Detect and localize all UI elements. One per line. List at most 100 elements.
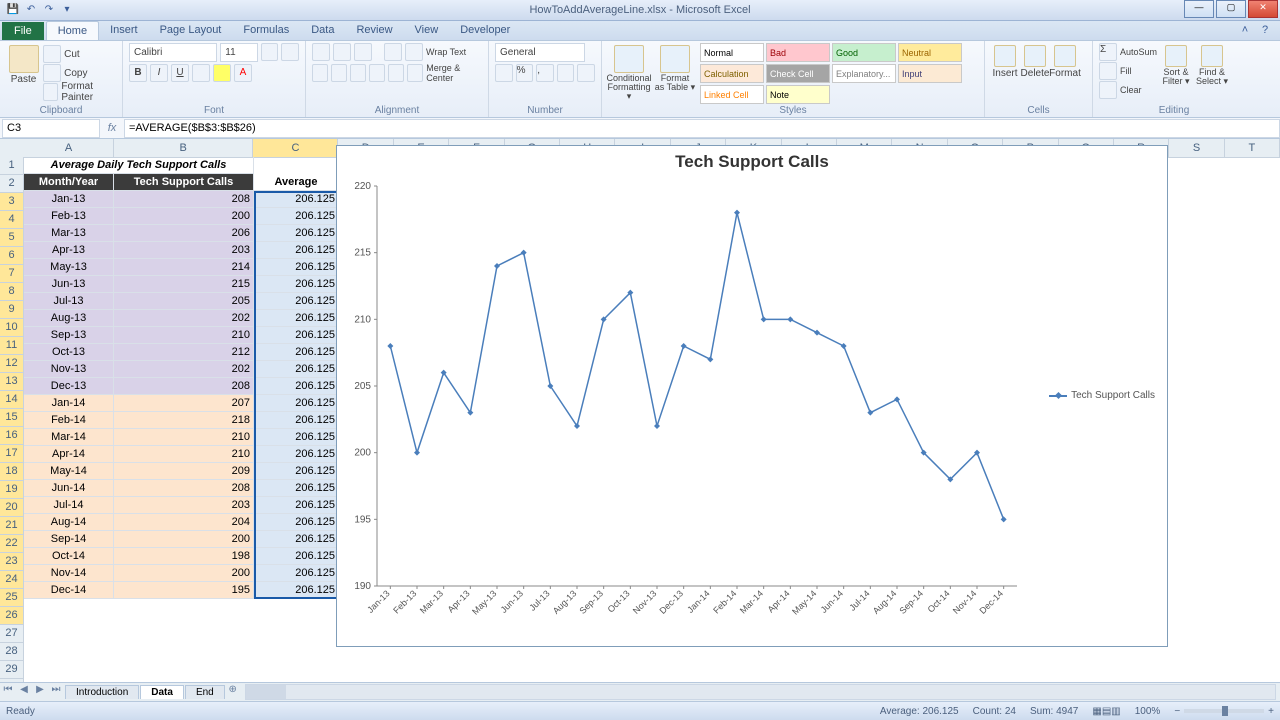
font-size-select[interactable]: 11 <box>220 43 257 62</box>
file-tab[interactable]: File <box>2 22 44 40</box>
cell-B18[interactable]: 210 <box>114 446 254 463</box>
ribbon-tab-insert[interactable]: Insert <box>99 21 149 40</box>
delete-cells-button[interactable]: Delete <box>1021 43 1049 79</box>
sheet-tab-data[interactable]: Data <box>140 685 184 699</box>
column-header-C[interactable]: C <box>253 139 338 158</box>
wrap-text-icon[interactable] <box>405 43 423 61</box>
fill-button[interactable]: Fill <box>1099 62 1157 80</box>
row-header-1[interactable]: 1 <box>0 157 24 175</box>
cell-B23[interactable]: 200 <box>114 531 254 548</box>
find-select-button[interactable]: Find &Select ▾ <box>1195 43 1229 99</box>
row-header-9[interactable]: 9 <box>0 301 24 319</box>
ribbon-tab-data[interactable]: Data <box>300 21 345 40</box>
cell-A2[interactable]: Month/Year <box>24 174 114 191</box>
sheet-tab-end[interactable]: End <box>185 685 225 699</box>
view-normal-icon[interactable]: ▦ <box>1092 706 1101 717</box>
zoom-out-icon[interactable]: − <box>1174 706 1180 717</box>
cell-A8[interactable]: Jun-13 <box>24 276 114 293</box>
style-note[interactable]: Note <box>766 85 830 104</box>
align-center-icon[interactable] <box>331 64 347 82</box>
cell-B13[interactable]: 202 <box>114 361 254 378</box>
cell-C14[interactable]: 206.125 <box>254 378 339 395</box>
cut-button[interactable]: Cut <box>43 45 116 63</box>
font-color-icon[interactable]: A <box>234 64 252 82</box>
column-header-B[interactable]: B <box>114 139 253 158</box>
cell-B20[interactable]: 208 <box>114 480 254 497</box>
row-header-8[interactable]: 8 <box>0 283 24 301</box>
align-bottom-icon[interactable] <box>354 43 372 61</box>
row-header-18[interactable]: 18 <box>0 463 24 481</box>
row-header-28[interactable]: 28 <box>0 643 24 661</box>
italic-icon[interactable]: I <box>150 64 168 82</box>
cell-B16[interactable]: 218 <box>114 412 254 429</box>
ribbon-tab-formulas[interactable]: Formulas <box>232 21 300 40</box>
row-header-26[interactable]: 26 <box>0 607 24 625</box>
row-header-16[interactable]: 16 <box>0 427 24 445</box>
sheet-tab-introduction[interactable]: Introduction <box>65 685 139 699</box>
name-box[interactable]: C3 <box>2 119 100 138</box>
decrease-font-icon[interactable] <box>281 43 299 61</box>
style-check-cell[interactable]: Check Cell <box>766 64 830 83</box>
cell-C15[interactable]: 206.125 <box>254 395 339 412</box>
row-header-7[interactable]: 7 <box>0 265 24 283</box>
ribbon-tab-view[interactable]: View <box>404 21 450 40</box>
ribbon-tab-review[interactable]: Review <box>345 21 403 40</box>
format-cells-button[interactable]: Format <box>1051 43 1079 79</box>
border-icon[interactable] <box>192 64 210 82</box>
cell-B5[interactable]: 206 <box>114 225 254 242</box>
decrease-indent-icon[interactable] <box>369 64 385 82</box>
cell-B7[interactable]: 214 <box>114 259 254 276</box>
sort-filter-button[interactable]: Sort &Filter ▾ <box>1159 43 1193 99</box>
align-left-icon[interactable] <box>312 64 328 82</box>
increase-indent-icon[interactable] <box>388 64 404 82</box>
column-header-S[interactable]: S <box>1169 139 1224 158</box>
view-layout-icon[interactable]: ▤ <box>1102 706 1111 717</box>
cell-B10[interactable]: 202 <box>114 310 254 327</box>
cell-C10[interactable]: 206.125 <box>254 310 339 327</box>
align-middle-icon[interactable] <box>333 43 351 61</box>
bold-icon[interactable]: B <box>129 64 147 82</box>
cell-C16[interactable]: 206.125 <box>254 412 339 429</box>
number-format-select[interactable]: General <box>495 43 585 62</box>
cell-C7[interactable]: 206.125 <box>254 259 339 276</box>
sheet-nav-last-icon[interactable]: ⏭ <box>48 684 64 700</box>
cell-B25[interactable]: 200 <box>114 565 254 582</box>
cell-C17[interactable]: 206.125 <box>254 429 339 446</box>
cell-A20[interactable]: Jun-14 <box>24 480 114 497</box>
align-top-icon[interactable] <box>312 43 330 61</box>
conditional-formatting-button[interactable]: ConditionalFormatting ▾ <box>608 43 650 101</box>
currency-icon[interactable] <box>495 64 513 82</box>
underline-icon[interactable]: U <box>171 64 189 82</box>
cell-A25[interactable]: Nov-14 <box>24 565 114 582</box>
row-header-10[interactable]: 10 <box>0 319 24 337</box>
row-header-23[interactable]: 23 <box>0 553 24 571</box>
cell-C4[interactable]: 206.125 <box>254 208 339 225</box>
percent-icon[interactable]: % <box>516 64 534 82</box>
row-header-21[interactable]: 21 <box>0 517 24 535</box>
style-bad[interactable]: Bad <box>766 43 830 62</box>
cell-A6[interactable]: Apr-13 <box>24 242 114 259</box>
row-header-29[interactable]: 29 <box>0 661 24 679</box>
style-good[interactable]: Good <box>832 43 896 62</box>
ribbon-tab-developer[interactable]: Developer <box>449 21 521 40</box>
close-button[interactable]: ✕ <box>1248 0 1278 18</box>
cell-B22[interactable]: 204 <box>114 514 254 531</box>
cell-B15[interactable]: 207 <box>114 395 254 412</box>
cell-B21[interactable]: 203 <box>114 497 254 514</box>
cell-A14[interactable]: Dec-13 <box>24 378 114 395</box>
row-header-6[interactable]: 6 <box>0 247 24 265</box>
cell-A5[interactable]: Mar-13 <box>24 225 114 242</box>
row-header-19[interactable]: 19 <box>0 481 24 499</box>
zoom-level[interactable]: 100% <box>1135 706 1161 717</box>
cell-C18[interactable]: 206.125 <box>254 446 339 463</box>
cell-B6[interactable]: 203 <box>114 242 254 259</box>
merge-icon[interactable] <box>407 64 423 82</box>
cell-A19[interactable]: May-14 <box>24 463 114 480</box>
cell-B19[interactable]: 209 <box>114 463 254 480</box>
cell-A18[interactable]: Apr-14 <box>24 446 114 463</box>
cell-C23[interactable]: 206.125 <box>254 531 339 548</box>
new-sheet-icon[interactable]: ⊕ <box>225 684 241 700</box>
insert-cells-button[interactable]: Insert <box>991 43 1019 79</box>
increase-font-icon[interactable] <box>261 43 279 61</box>
row-header-4[interactable]: 4 <box>0 211 24 229</box>
